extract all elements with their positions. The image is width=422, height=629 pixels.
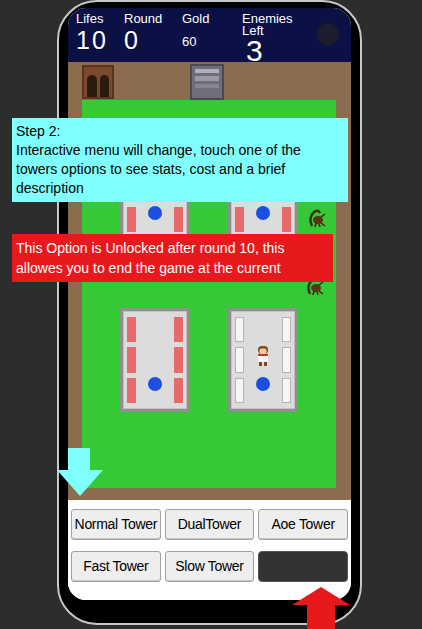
tower-stripe: [174, 378, 183, 403]
tower-core: [148, 377, 162, 391]
tower-stripe: [235, 317, 244, 342]
tower-button[interactable]: Aoe Tower: [258, 509, 348, 540]
stat-value: 3: [242, 37, 314, 65]
camera-dot: [317, 23, 339, 45]
screen: Lifes10Round0Gold 60Enemies Left3 Normal T…: [0, 0, 422, 629]
scorpion-enemy-icon: [306, 208, 326, 228]
stat-label: Round: [124, 13, 182, 25]
tower-core: [256, 377, 270, 391]
tower-stripe: [174, 347, 183, 372]
tower-stripe: [127, 317, 136, 342]
tower-stripe: [235, 207, 244, 232]
tower-stripe: [282, 378, 291, 403]
hud-stat: Lifes10: [76, 13, 124, 55]
tutorial-title: Step 2:: [16, 122, 344, 141]
stat-label: Gold: [182, 13, 242, 25]
hero-icon: [255, 345, 271, 367]
stairs-gate: [190, 64, 224, 100]
stat-value: 10: [76, 25, 124, 55]
down-arrow-icon: [57, 448, 103, 496]
notice-callout: This Option is Unlocked after round 10, …: [12, 234, 333, 282]
up-arrow-icon: [292, 587, 350, 629]
hud-stat: Round0: [124, 13, 182, 55]
tower-menu: Normal TowerDualTowerAoe Tower Fast Tower…: [68, 500, 351, 600]
tower-stripe: [282, 317, 291, 342]
tutorial-body: Interactive menu will change, touch one …: [16, 141, 344, 198]
tower-stripe: [235, 347, 244, 372]
hud-stat: Gold 60: [182, 13, 242, 49]
tower-stripe: [174, 317, 183, 342]
tower-stripe: [127, 207, 136, 232]
end-game-button: [258, 551, 348, 582]
tower-core: [148, 206, 162, 220]
hud-stat: Enemies Left3: [242, 13, 314, 65]
stat-label: Enemies Left: [242, 13, 314, 37]
cave-gate: [82, 65, 114, 99]
tower-stripe: [235, 378, 244, 403]
phone-frame: Lifes10Round0Gold 60Enemies Left3 Normal T…: [57, 0, 362, 625]
tower-platform[interactable]: [228, 308, 298, 412]
tower-platform[interactable]: [120, 308, 190, 412]
tutorial-callout: Step 2:Interactive menu will change, tou…: [12, 118, 348, 202]
hud-bar: Lifes10Round0Gold 60Enemies Left3: [68, 8, 351, 62]
tower-button[interactable]: DualTower: [165, 509, 255, 540]
tower-stripe: [282, 347, 291, 372]
tower-stripe: [174, 207, 183, 232]
stat-value: 60: [182, 34, 242, 49]
stat-value: 0: [124, 25, 182, 55]
tower-button[interactable]: Fast Tower: [71, 551, 161, 582]
stat-label: Lifes: [76, 13, 124, 25]
tower-stripe: [282, 207, 291, 232]
tower-button[interactable]: Normal Tower: [71, 509, 161, 540]
tower-stripe: [127, 347, 136, 372]
tower-button[interactable]: Slow Tower: [165, 551, 255, 582]
tower-stripe: [127, 378, 136, 403]
tower-core: [256, 206, 270, 220]
phone-screen: Lifes10Round0Gold 60Enemies Left3 Normal T…: [68, 8, 351, 600]
